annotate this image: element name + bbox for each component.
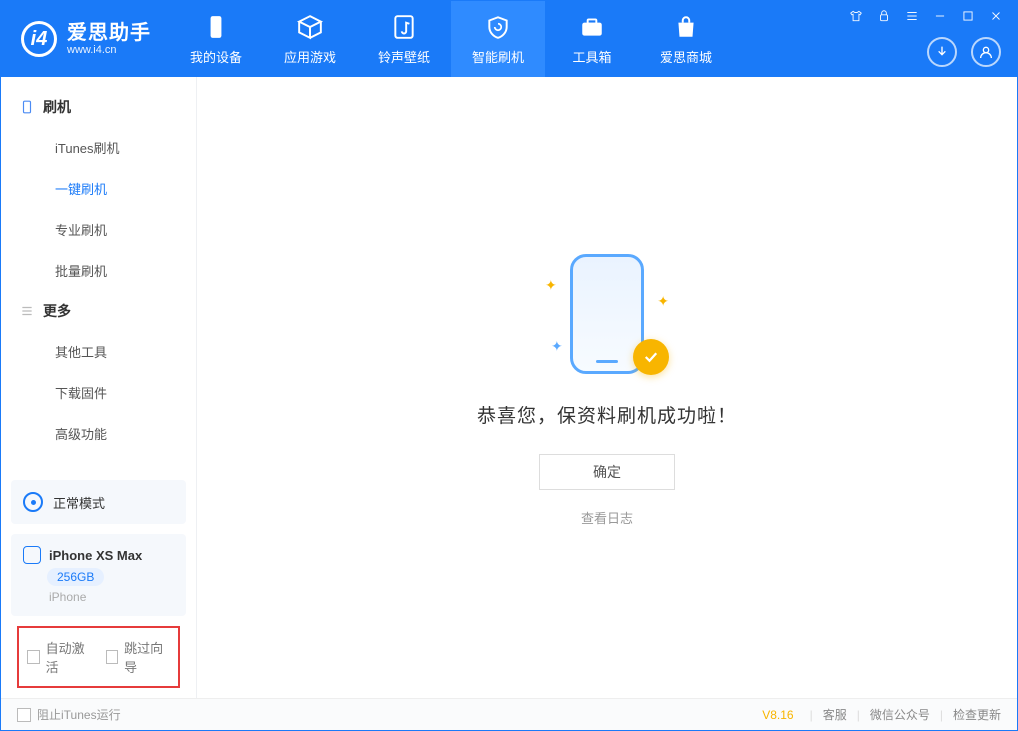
tshirt-icon[interactable] bbox=[847, 7, 865, 25]
checkbox-icon bbox=[27, 650, 40, 664]
sidebar-item-other-tools[interactable]: 其他工具 bbox=[1, 331, 196, 372]
download-button[interactable] bbox=[927, 37, 957, 67]
mode-label: 正常模式 bbox=[53, 493, 105, 512]
nav-my-device[interactable]: 我的设备 bbox=[169, 1, 263, 77]
device-name: iPhone XS Max bbox=[49, 548, 142, 563]
header: i4 爱思助手 www.i4.cn 我的设备 应用游戏 铃声壁纸 智能刷机 bbox=[1, 1, 1017, 77]
checkbox-icon bbox=[17, 708, 31, 722]
user-button[interactable] bbox=[971, 37, 1001, 67]
options-highlight-box: 自动激活 跳过向导 bbox=[17, 626, 180, 688]
footer-link-update[interactable]: 检查更新 bbox=[953, 706, 1001, 723]
cube-icon bbox=[296, 13, 324, 41]
music-file-icon bbox=[390, 13, 418, 41]
main-content: ✦ ✦ ✦ 恭喜您，保资料刷机成功啦！ 确定 查看日志 bbox=[197, 77, 1017, 698]
nav-toolbox[interactable]: 工具箱 bbox=[545, 1, 639, 77]
maximize-button[interactable] bbox=[959, 7, 977, 25]
footer: 阻止iTunes运行 V8.16 | 客服 | 微信公众号 | 检查更新 bbox=[1, 698, 1017, 730]
sparkle-icon: ✦ bbox=[545, 277, 557, 294]
nav-label: 智能刷机 bbox=[472, 47, 524, 66]
device-type: iPhone bbox=[49, 590, 86, 604]
lock-icon[interactable] bbox=[875, 7, 893, 25]
checkbox-label: 跳过向导 bbox=[124, 638, 170, 676]
checkbox-auto-activate[interactable]: 自动激活 bbox=[27, 638, 92, 676]
success-message: 恭喜您，保资料刷机成功啦！ bbox=[477, 401, 737, 428]
ok-button[interactable]: 确定 bbox=[539, 454, 675, 490]
nav-label: 铃声壁纸 bbox=[378, 47, 430, 66]
nav-ringtones[interactable]: 铃声壁纸 bbox=[357, 1, 451, 77]
nav-label: 应用游戏 bbox=[284, 47, 336, 66]
close-button[interactable] bbox=[987, 7, 1005, 25]
sidebar-item-itunes-flash[interactable]: iTunes刷机 bbox=[1, 127, 196, 168]
app-window: i4 爱思助手 www.i4.cn 我的设备 应用游戏 铃声壁纸 智能刷机 bbox=[0, 0, 1018, 731]
checkbox-icon bbox=[106, 650, 119, 664]
sidebar-item-oneclick-flash[interactable]: 一键刷机 bbox=[1, 168, 196, 209]
nav-smart-flash[interactable]: 智能刷机 bbox=[451, 1, 545, 77]
bag-icon bbox=[672, 13, 700, 41]
group-title: 刷机 bbox=[43, 97, 71, 117]
sidebar-group-flash: 刷机 bbox=[1, 87, 196, 127]
sidebar-item-download-firmware[interactable]: 下载固件 bbox=[1, 372, 196, 413]
device-small-icon bbox=[23, 546, 41, 564]
refresh-shield-icon bbox=[484, 13, 512, 41]
sidebar-item-pro-flash[interactable]: 专业刷机 bbox=[1, 209, 196, 250]
sidebar-item-advanced[interactable]: 高级功能 bbox=[1, 413, 196, 454]
checkbox-skip-guide[interactable]: 跳过向导 bbox=[106, 638, 171, 676]
nav-label: 爱思商城 bbox=[660, 47, 712, 66]
group-title: 更多 bbox=[43, 301, 71, 321]
top-nav: 我的设备 应用游戏 铃声壁纸 智能刷机 工具箱 爱思商城 bbox=[169, 1, 733, 77]
device-card[interactable]: iPhone XS Max 256GB iPhone bbox=[11, 534, 186, 616]
version-label: V8.16 bbox=[762, 708, 793, 722]
success-illustration: ✦ ✦ ✦ bbox=[527, 249, 687, 379]
nav-label: 我的设备 bbox=[190, 47, 242, 66]
footer-link-kefu[interactable]: 客服 bbox=[823, 706, 847, 723]
check-badge-icon bbox=[633, 339, 669, 375]
nav-apps-games[interactable]: 应用游戏 bbox=[263, 1, 357, 77]
mode-card[interactable]: 正常模式 bbox=[11, 480, 186, 524]
window-controls bbox=[847, 7, 1005, 25]
phone-icon bbox=[202, 13, 230, 41]
sidebar-item-batch-flash[interactable]: 批量刷机 bbox=[1, 250, 196, 291]
footer-right: V8.16 | 客服 | 微信公众号 | 检查更新 bbox=[762, 706, 1001, 723]
menu-icon[interactable] bbox=[903, 7, 921, 25]
footer-link-wechat[interactable]: 微信公众号 bbox=[870, 706, 930, 723]
logo: i4 爱思助手 www.i4.cn bbox=[1, 1, 169, 77]
checkbox-label: 阻止iTunes运行 bbox=[37, 706, 121, 723]
toolbox-icon bbox=[578, 13, 606, 41]
minimize-button[interactable] bbox=[931, 7, 949, 25]
app-subtitle: www.i4.cn bbox=[67, 44, 151, 56]
checkbox-label: 自动激活 bbox=[46, 638, 92, 676]
nav-store[interactable]: 爱思商城 bbox=[639, 1, 733, 77]
nav-label: 工具箱 bbox=[572, 47, 611, 66]
view-log-link[interactable]: 查看日志 bbox=[581, 508, 633, 527]
device-icon bbox=[19, 99, 35, 115]
sidebar-bottom: 正常模式 iPhone XS Max 256GB iPhone 自动激活 bbox=[1, 470, 196, 698]
header-action-circles bbox=[927, 37, 1001, 67]
sparkle-icon: ✦ bbox=[551, 338, 563, 355]
body: 刷机 iTunes刷机 一键刷机 专业刷机 批量刷机 更多 其他工具 下载固件 … bbox=[1, 77, 1017, 698]
sparkle-icon: ✦ bbox=[657, 293, 669, 310]
sidebar: 刷机 iTunes刷机 一键刷机 专业刷机 批量刷机 更多 其他工具 下载固件 … bbox=[1, 77, 197, 698]
mode-dot-icon bbox=[23, 492, 43, 512]
sidebar-group-more: 更多 bbox=[1, 291, 196, 331]
list-icon bbox=[19, 303, 35, 319]
app-title: 爱思助手 bbox=[67, 22, 151, 44]
storage-badge: 256GB bbox=[47, 568, 104, 586]
checkbox-block-itunes[interactable]: 阻止iTunes运行 bbox=[17, 706, 121, 723]
logo-icon: i4 bbox=[21, 21, 57, 57]
